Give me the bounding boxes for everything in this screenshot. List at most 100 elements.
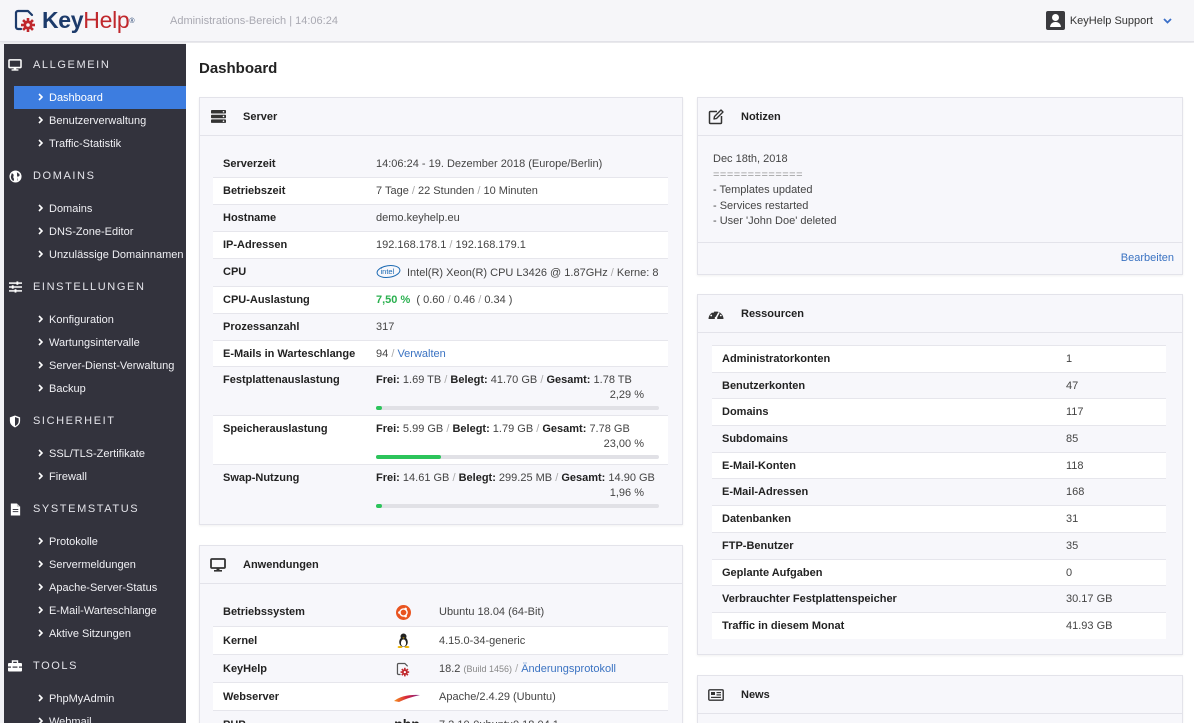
sidebar-item-backup[interactable]: Backup	[14, 377, 186, 400]
sidebar-item-traffic-statistik[interactable]: Traffic-Statistik	[14, 132, 186, 155]
sidebar-item-konfiguration[interactable]: Konfiguration	[14, 308, 186, 331]
sidebar-item-label: Konfiguration	[49, 313, 114, 326]
resource-label: Datenbanken	[712, 505, 1056, 533]
row-label: PHP	[213, 709, 383, 723]
resources-panel-header: Ressourcen	[698, 295, 1182, 333]
logo-help: Help	[83, 7, 130, 33]
mail-queue: 94 / Verwalten	[366, 339, 668, 366]
sidebar-item-label: Servermeldungen	[49, 558, 136, 571]
table-row: Prozessanzahl 317	[213, 312, 668, 340]
swap-used: 299.25 MB	[498, 471, 553, 484]
sidebar-item-label: PhpMyAdmin	[49, 692, 115, 705]
keyhelp-icon	[393, 661, 413, 677]
sidebar-item-protokolle[interactable]: Protokolle	[14, 530, 186, 553]
changelog-link[interactable]: Änderungsprotokoll	[521, 663, 616, 675]
resource-value: 47	[1056, 371, 1166, 399]
ip-address: 192.168.179.1	[455, 238, 526, 251]
resource-value: 30.17 GB	[1056, 585, 1166, 613]
sidebar-item-ssl-tls-zertifikate[interactable]: SSL/TLS-Zertifikate	[14, 442, 186, 465]
row-label: IP-Adressen	[213, 230, 366, 258]
sidebar-item-server-dienst-verwaltung[interactable]: Server-Dienst-Verwaltung	[14, 354, 186, 377]
sidebar-item-e-mail-warteschlange[interactable]: E-Mail-Warteschlange	[14, 599, 186, 622]
swap-free: 14.61 GB	[402, 471, 450, 484]
sidebar-item-servermeldungen[interactable]: Servermeldungen	[14, 553, 186, 576]
load-avg-1: 0.60	[423, 293, 445, 306]
keyhelp-logo[interactable]: KeyHelp®	[12, 7, 135, 33]
sidebar-section-label: EINSTELLUNGEN	[33, 281, 146, 293]
user-menu[interactable]: KeyHelp Support	[1045, 11, 1172, 30]
row-label: Betriebszeit	[213, 176, 366, 204]
uptime-hours: 22 Stunden	[418, 184, 475, 197]
sidebar-item-apache-server-status[interactable]: Apache-Server-Status	[14, 576, 186, 599]
memory-usage: Frei: 5.99 GB / Belegt: 1.79 GB / Gesamt…	[366, 414, 668, 464]
chevron-right-icon	[38, 314, 44, 325]
chevron-right-icon	[38, 559, 44, 570]
sidebar-item-domains[interactable]: Domains	[14, 197, 186, 220]
applications-table: Betriebssystem Ubuntu 18.04 (64-Bit) Ker…	[213, 598, 668, 723]
sidebar-item-phpmyadmin[interactable]: PhpMyAdmin	[14, 687, 186, 710]
table-row: Serverzeit 14:06:24 - 19. Dezember 2018 …	[213, 150, 668, 177]
sidebar-item-dashboard[interactable]: Dashboard	[14, 86, 186, 109]
note-line: =============	[713, 168, 804, 181]
memory-total: 7.78 GB	[589, 422, 630, 435]
logo-registered: ®	[129, 18, 135, 25]
sidebar-item-aktive-sitzungen[interactable]: Aktive Sitzungen	[14, 622, 186, 645]
table-row: E-Mail-Adressen 168	[712, 478, 1166, 506]
resource-value: 168	[1056, 478, 1166, 506]
sidebar-item-dns-zone-editor[interactable]: DNS-Zone-Editor	[14, 220, 186, 243]
chevron-right-icon	[38, 716, 44, 723]
chevron-right-icon	[38, 693, 44, 704]
news-panel-title: News	[741, 688, 770, 701]
kernel-version: 4.15.0-34-generic	[429, 625, 668, 654]
logo-key: Key	[42, 7, 84, 33]
sidebar-item-label: Server-Dienst-Verwaltung	[49, 359, 175, 372]
chevron-right-icon	[38, 628, 44, 639]
sidebar: ALLGEMEIN Dashboard Benutzerverwaltung Traf…	[4, 44, 186, 723]
load-avg-5: 0.46	[453, 293, 476, 306]
chevron-down-icon[interactable]	[1163, 16, 1172, 26]
sidebar-item-label: Firewall	[49, 470, 87, 483]
sidebar-section-allgemein: ALLGEMEIN	[4, 54, 186, 76]
server-panel: Server Serverzeit 14:06:24 - 19. Dezembe…	[199, 97, 683, 525]
apache-feather-icon	[393, 690, 421, 706]
table-row: Verbrauchter Festplattenspeicher 30.17 GB	[712, 585, 1166, 613]
keyhelp-version-number: 18.2	[439, 662, 461, 675]
chevron-right-icon	[38, 448, 44, 459]
total-label: Gesamt:	[561, 471, 606, 484]
table-row: Webserver Apache/2.4.29 (Ubuntu)	[213, 681, 668, 710]
manage-mail-queue-link[interactable]: Verwalten	[397, 348, 445, 360]
edit-icon	[708, 108, 724, 125]
chevron-right-icon	[38, 203, 44, 214]
note-line: - User 'John Doe' deleted	[713, 215, 837, 227]
sidebar-item-webmail[interactable]: Webmail	[14, 710, 186, 723]
toolbox-icon	[8, 659, 22, 673]
edit-notes-link[interactable]: Bearbeiten	[1121, 252, 1174, 264]
sidebar-item-firewall[interactable]: Firewall	[14, 465, 186, 488]
disk-free: 1.69 TB	[402, 373, 442, 386]
main-content: Dashboard Server Serverzeit 14:06:24 - 1…	[186, 43, 1194, 723]
process-count: 317	[366, 312, 668, 340]
memory-progress-fill	[376, 454, 442, 459]
sidebar-items: Domains DNS-Zone-Editor Unzulässige Domain…	[4, 197, 186, 266]
chevron-right-icon	[38, 360, 44, 371]
sidebar-item-wartungsintervalle[interactable]: Wartungsintervalle	[14, 331, 186, 354]
sidebar-item-benutzerverwaltung[interactable]: Benutzerverwaltung	[14, 109, 186, 132]
sidebar-items: Protokolle Servermeldungen Apache-Server-S…	[4, 530, 186, 645]
chevron-right-icon	[38, 138, 44, 149]
sidebar-item-label: Unzulässige Domainnamen	[49, 248, 184, 261]
resources-panel: Ressourcen Administratorkonten 1 Benutzerk…	[697, 294, 1183, 655]
table-row: E-Mails in Warteschlange 94 / Verwalten	[213, 339, 668, 366]
sidebar-item-unzulässige-domainnamen[interactable]: Unzulässige Domainnamen	[14, 243, 186, 266]
disk-total: 1.78 TB	[593, 373, 632, 386]
table-row: Betriebszeit 7 Tage / 22 Stunden / 10 Mi…	[213, 176, 668, 204]
resource-label: Subdomains	[712, 425, 1056, 453]
intel-logo-icon: intel	[376, 264, 401, 281]
resource-value: 35	[1056, 531, 1166, 559]
uptime-minutes: 10 Minuten	[483, 184, 538, 197]
sidebar-item-label: Wartungsintervalle	[49, 336, 140, 349]
table-row: E-Mail-Konten 118	[712, 451, 1166, 479]
sidebar-item-label: SSL/TLS-Zertifikate	[49, 447, 145, 460]
table-row: Kernel 4.15.0-34-generic	[213, 625, 668, 654]
sidebar-item-label: E-Mail-Warteschlange	[49, 604, 157, 617]
news-panel-header: News	[698, 676, 1182, 714]
